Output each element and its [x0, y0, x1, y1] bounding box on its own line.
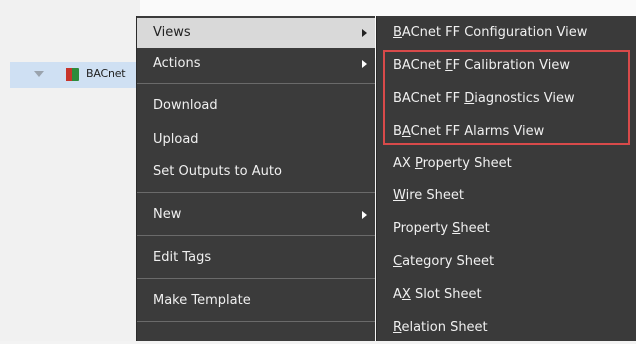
menu-item-label: Actions — [153, 56, 201, 71]
submenu-arrow-icon — [362, 60, 367, 68]
submenu-item-property-sheet[interactable]: Property Sheet — [377, 212, 636, 245]
menu-item-actions[interactable]: Actions — [137, 49, 375, 79]
submenu-item-relation-sheet[interactable]: Relation Sheet — [377, 311, 636, 344]
menu-item-label: New — [153, 207, 182, 222]
menu-separator — [137, 83, 375, 84]
submenu-arrow-icon — [362, 211, 367, 219]
menu-item-upload[interactable]: Upload — [137, 125, 375, 155]
submenu-arrow-icon — [362, 29, 367, 37]
menu-item-label: Download — [153, 98, 218, 113]
nav-tree-pane — [0, 0, 140, 341]
menu-item-label: Views — [153, 25, 191, 40]
menu-item-new[interactable]: New — [137, 200, 375, 230]
menu-separator — [137, 192, 375, 193]
submenu-item-label: Wire Sheet — [393, 188, 464, 203]
bacnet-device-icon — [66, 68, 79, 81]
menu-item-set-outputs-to-auto[interactable]: Set Outputs to Auto — [137, 157, 375, 187]
tree-node-bacnet[interactable]: BACnet — [10, 62, 150, 88]
submenu-item-label: BACnet FF Configuration View — [393, 25, 588, 40]
menu-item-make-template[interactable]: Make Template — [137, 286, 375, 316]
submenu-item-label: Property Sheet — [393, 221, 490, 236]
menu-item-label: Set Outputs to Auto — [153, 164, 282, 179]
menu-item-download[interactable]: Download — [137, 91, 375, 121]
submenu-item-category-sheet[interactable]: Category Sheet — [377, 245, 636, 278]
menu-item-views[interactable]: Views — [137, 18, 375, 48]
highlight-annotation-box — [383, 50, 630, 145]
submenu-item-bacnet-ff-configuration-view[interactable]: BACnet FF Configuration View — [377, 16, 636, 49]
menu-item-label: Edit Tags — [153, 250, 212, 265]
menu-item-label: Make Template — [153, 293, 251, 308]
submenu-item-ax-slot-sheet[interactable]: AX Slot Sheet — [377, 278, 636, 311]
context-menu: Views Actions Download Upload Set Output… — [136, 16, 375, 341]
menu-separator — [137, 321, 375, 322]
submenu-item-ax-property-sheet[interactable]: AX Property Sheet — [377, 147, 636, 180]
menu-item-edit-tags[interactable]: Edit Tags — [137, 243, 375, 273]
submenu-item-label: Relation Sheet — [393, 320, 488, 335]
submenu-item-wire-sheet[interactable]: Wire Sheet — [377, 179, 636, 212]
menu-separator — [137, 278, 375, 279]
tree-node-label: BACnet — [86, 67, 126, 80]
submenu-item-label: AX Property Sheet — [393, 156, 512, 171]
submenu-item-label: Category Sheet — [393, 254, 495, 269]
menu-separator — [137, 235, 375, 236]
submenu-item-label: AX Slot Sheet — [393, 287, 482, 302]
menu-item-label: Upload — [153, 132, 199, 147]
expand-arrow-icon[interactable] — [34, 71, 44, 77]
